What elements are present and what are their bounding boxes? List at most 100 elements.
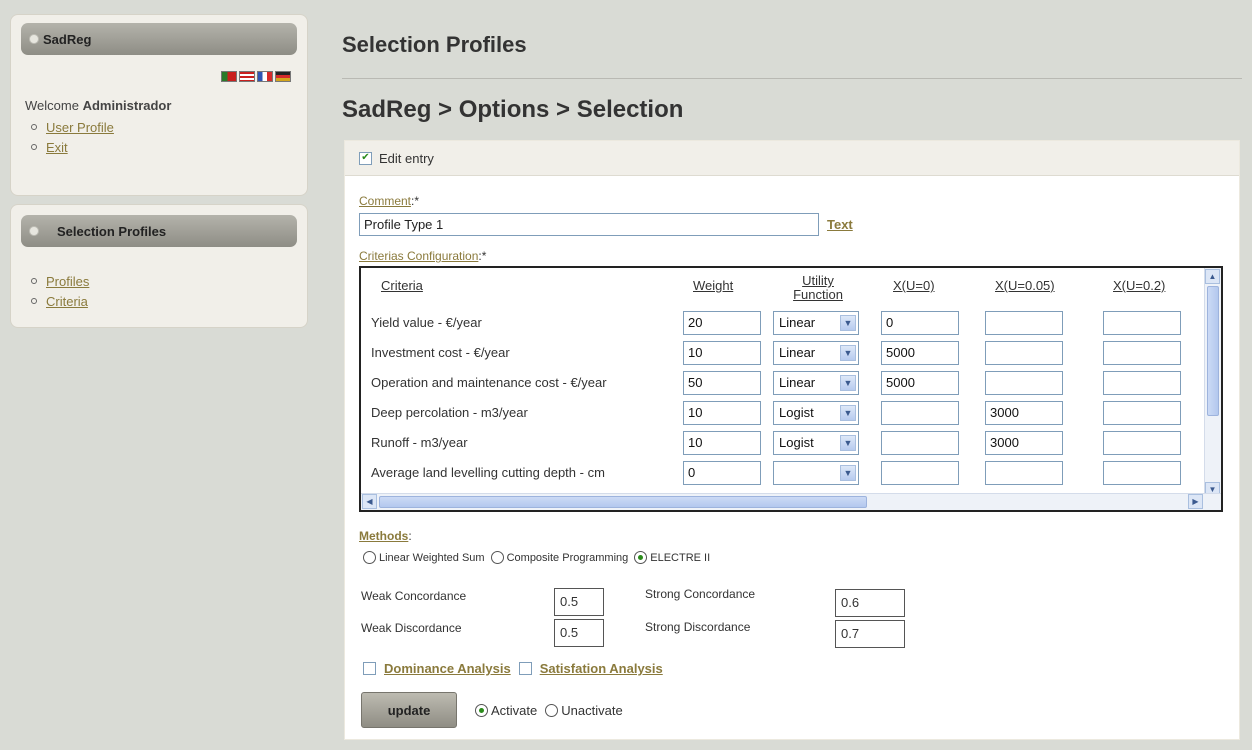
criteria-row-label: Investment cost - €/year xyxy=(371,345,510,360)
function-select[interactable]: Logist ▼ xyxy=(773,431,859,455)
dropdown-arrow-icon[interactable]: ▼ xyxy=(840,405,856,421)
strong-concordance-input[interactable]: 0.6 xyxy=(835,589,905,617)
bullet-icon xyxy=(31,278,37,284)
unactivate-label: Unactivate xyxy=(561,703,623,718)
dominance-analysis-link[interactable]: Dominance Analysis xyxy=(384,661,511,676)
dropdown-arrow-icon[interactable]: ▼ xyxy=(840,465,856,481)
dropdown-arrow-icon[interactable]: ▼ xyxy=(840,315,856,331)
scroll-up-icon[interactable]: ▲ xyxy=(1205,269,1220,284)
header-x-u02[interactable]: X(U=0.2) xyxy=(1113,278,1165,293)
x-u02-input[interactable] xyxy=(1103,431,1181,455)
x-u02-input[interactable] xyxy=(1103,371,1181,395)
radio-icon[interactable] xyxy=(363,551,376,564)
horizontal-scrollbar[interactable]: ◀ ▶ xyxy=(361,493,1221,510)
portugal-flag-icon[interactable] xyxy=(221,71,237,82)
sadreg-panel-header: SadReg xyxy=(21,23,297,55)
weak-discordance-input[interactable]: 0.5 xyxy=(554,619,604,647)
function-select[interactable]: Linear ▼ xyxy=(773,341,859,365)
panel-bullet-icon xyxy=(29,34,39,44)
x-u0-input[interactable] xyxy=(881,461,959,485)
function-select[interactable]: Logist ▼ xyxy=(773,401,859,425)
satisfaction-analysis-link[interactable]: Satisfation Analysis xyxy=(540,661,663,676)
edit-entry-bar: ✔ Edit entry xyxy=(345,141,1239,176)
methods-label[interactable]: Methods xyxy=(359,529,408,543)
x-u0-input[interactable]: 5000 xyxy=(881,371,959,395)
criteria-row-label: Runoff - m3/year xyxy=(371,435,468,450)
header-weight[interactable]: Weight xyxy=(693,278,733,293)
france-flag-icon[interactable] xyxy=(257,71,273,82)
x-u0-input[interactable] xyxy=(881,431,959,455)
radio-icon[interactable] xyxy=(490,551,504,564)
x-u005-input[interactable] xyxy=(985,341,1063,365)
vertical-scrollbar[interactable]: ▲ ▼ xyxy=(1204,268,1221,498)
x-u02-input[interactable] xyxy=(1103,461,1181,485)
weight-input[interactable]: 0 xyxy=(683,461,761,485)
dropdown-arrow-icon[interactable]: ▼ xyxy=(840,345,856,361)
sadreg-panel-title: SadReg xyxy=(43,31,92,47)
dropdown-arrow-icon[interactable]: ▼ xyxy=(840,375,856,391)
exit-link[interactable]: Exit xyxy=(46,140,68,155)
x-u005-input[interactable] xyxy=(985,461,1063,485)
satisfaction-checkbox[interactable] xyxy=(518,662,532,675)
function-select[interactable]: Linear ▼ xyxy=(773,371,859,395)
x-u005-input[interactable]: 3000 xyxy=(985,401,1063,425)
radio-selected-icon[interactable] xyxy=(475,704,488,717)
method-option[interactable]: Linear Weighted Sum xyxy=(363,551,485,564)
activate-option[interactable]: Activate xyxy=(475,703,537,718)
weight-input[interactable]: 50 xyxy=(683,371,761,395)
x-u0-input[interactable]: 0 xyxy=(881,311,959,335)
activation-radio-group: Activate Unactivate xyxy=(475,703,631,718)
weight-input[interactable]: 10 xyxy=(683,401,761,425)
selection-panel-header: Selection Profiles xyxy=(21,215,297,247)
function-select[interactable]: Linear ▼ xyxy=(773,311,859,335)
method-option-selected[interactable]: ELECTRE II xyxy=(634,551,710,564)
x-u0-input[interactable] xyxy=(881,401,959,425)
dropdown-arrow-icon[interactable]: ▼ xyxy=(840,435,856,451)
vertical-scroll-thumb[interactable] xyxy=(1207,286,1219,416)
user-profile-item: User Profile xyxy=(31,117,114,137)
selection-links: Profiles Criteria xyxy=(31,271,89,311)
x-u005-input[interactable] xyxy=(985,371,1063,395)
comment-input[interactable]: Profile Type 1 xyxy=(359,213,819,236)
dominance-checkbox[interactable] xyxy=(363,662,376,675)
germany-flag-icon[interactable] xyxy=(275,71,291,82)
header-utility-function[interactable]: Utility Function xyxy=(783,274,853,302)
radio-selected-icon[interactable] xyxy=(634,551,648,564)
profiles-link[interactable]: Profiles xyxy=(46,274,89,289)
radio-icon[interactable] xyxy=(545,704,559,717)
update-button[interactable]: update xyxy=(361,692,457,728)
header-x-u005[interactable]: X(U=0.05) xyxy=(995,278,1055,293)
x-u02-input[interactable] xyxy=(1103,311,1181,335)
x-u02-input[interactable] xyxy=(1103,401,1181,425)
weak-concordance-input[interactable]: 0.5 xyxy=(554,588,604,616)
welcome-prefix: Welcome xyxy=(25,98,79,113)
method-option-label: Linear Weighted Sum xyxy=(379,551,485,564)
x-u005-input[interactable] xyxy=(985,311,1063,335)
header-criteria[interactable]: Criteria xyxy=(381,278,423,293)
x-u02-input[interactable] xyxy=(1103,341,1181,365)
weight-input[interactable]: 10 xyxy=(683,341,761,365)
edit-entry-checkbox[interactable]: ✔ xyxy=(359,151,372,165)
weight-input[interactable]: 10 xyxy=(683,431,761,455)
x-u005-input[interactable]: 3000 xyxy=(985,431,1063,455)
horizontal-scroll-thumb[interactable] xyxy=(379,496,867,508)
usa-flag-icon[interactable] xyxy=(239,71,255,82)
criterias-label[interactable]: Criterias Configuration xyxy=(359,249,478,263)
unactivate-option[interactable]: Unactivate xyxy=(545,703,623,718)
required-mark: :* xyxy=(478,249,487,263)
user-profile-link[interactable]: User Profile xyxy=(46,120,114,135)
x-u0-input[interactable]: 5000 xyxy=(881,341,959,365)
comment-label[interactable]: Comment xyxy=(359,194,411,208)
exit-item: Exit xyxy=(31,137,114,157)
language-flags xyxy=(221,71,291,82)
strong-discordance-input[interactable]: 0.7 xyxy=(835,620,905,648)
text-link[interactable]: Text xyxy=(827,217,853,232)
method-option[interactable]: Composite Programming xyxy=(490,551,628,564)
profiles-item: Profiles xyxy=(31,271,89,291)
criteria-link[interactable]: Criteria xyxy=(46,294,88,309)
header-x-u0[interactable]: X(U=0) xyxy=(893,278,935,293)
scroll-left-icon[interactable]: ◀ xyxy=(362,494,377,509)
scroll-right-icon[interactable]: ▶ xyxy=(1188,494,1203,509)
function-select[interactable]: ▼ xyxy=(773,461,859,485)
weight-input[interactable]: 20 xyxy=(683,311,761,335)
